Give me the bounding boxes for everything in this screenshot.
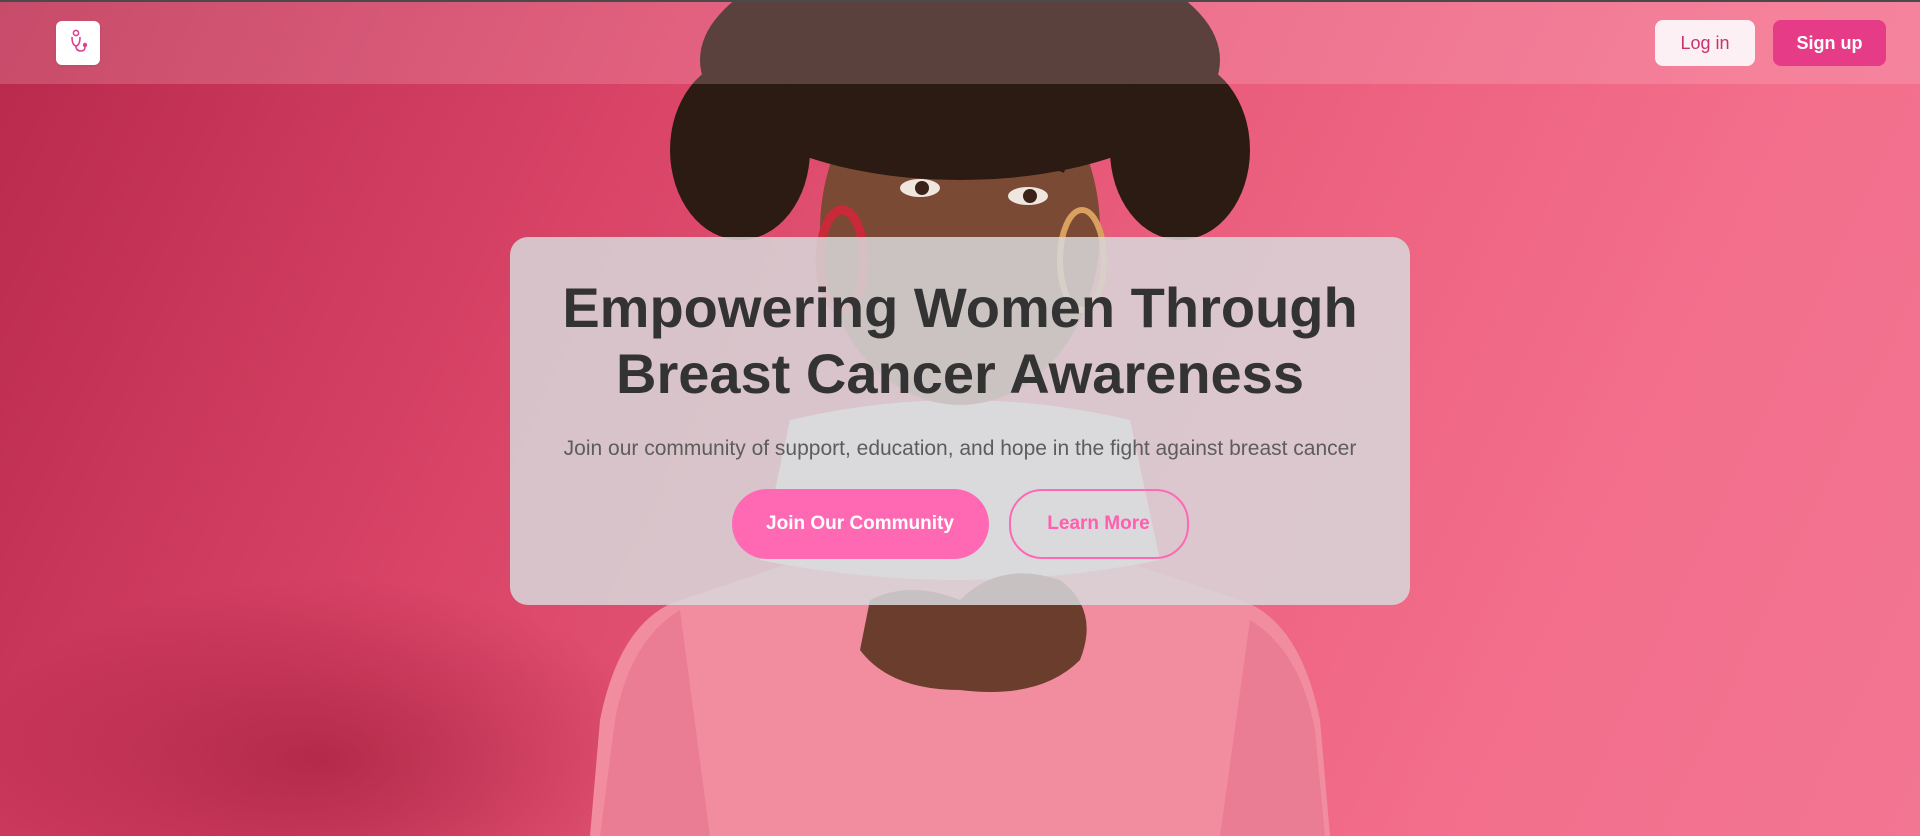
window-top-border: [0, 0, 1920, 2]
hero-title-line-2: Breast Cancer Awareness: [616, 342, 1304, 405]
landing-page: Log in Sign up Empowering Women Through …: [0, 0, 1920, 836]
top-navbar: Log in Sign up: [0, 2, 1920, 84]
join-community-button[interactable]: Join Our Community: [731, 489, 989, 559]
login-button[interactable]: Log in: [1655, 20, 1755, 66]
stethoscope-icon: [64, 27, 92, 60]
learn-more-button[interactable]: Learn More: [1008, 489, 1189, 559]
signup-button[interactable]: Sign up: [1773, 20, 1886, 66]
logo[interactable]: [56, 21, 100, 65]
hero-title-line-1: Empowering Women Through: [562, 276, 1358, 339]
hero-actions: Join Our Community Learn More: [510, 489, 1410, 559]
hero-title: Empowering Women Through Breast Cancer A…: [530, 275, 1390, 407]
hero-subtitle: Join our community of support, education…: [563, 437, 1357, 460]
hero-card: Empowering Women Through Breast Cancer A…: [510, 237, 1410, 605]
